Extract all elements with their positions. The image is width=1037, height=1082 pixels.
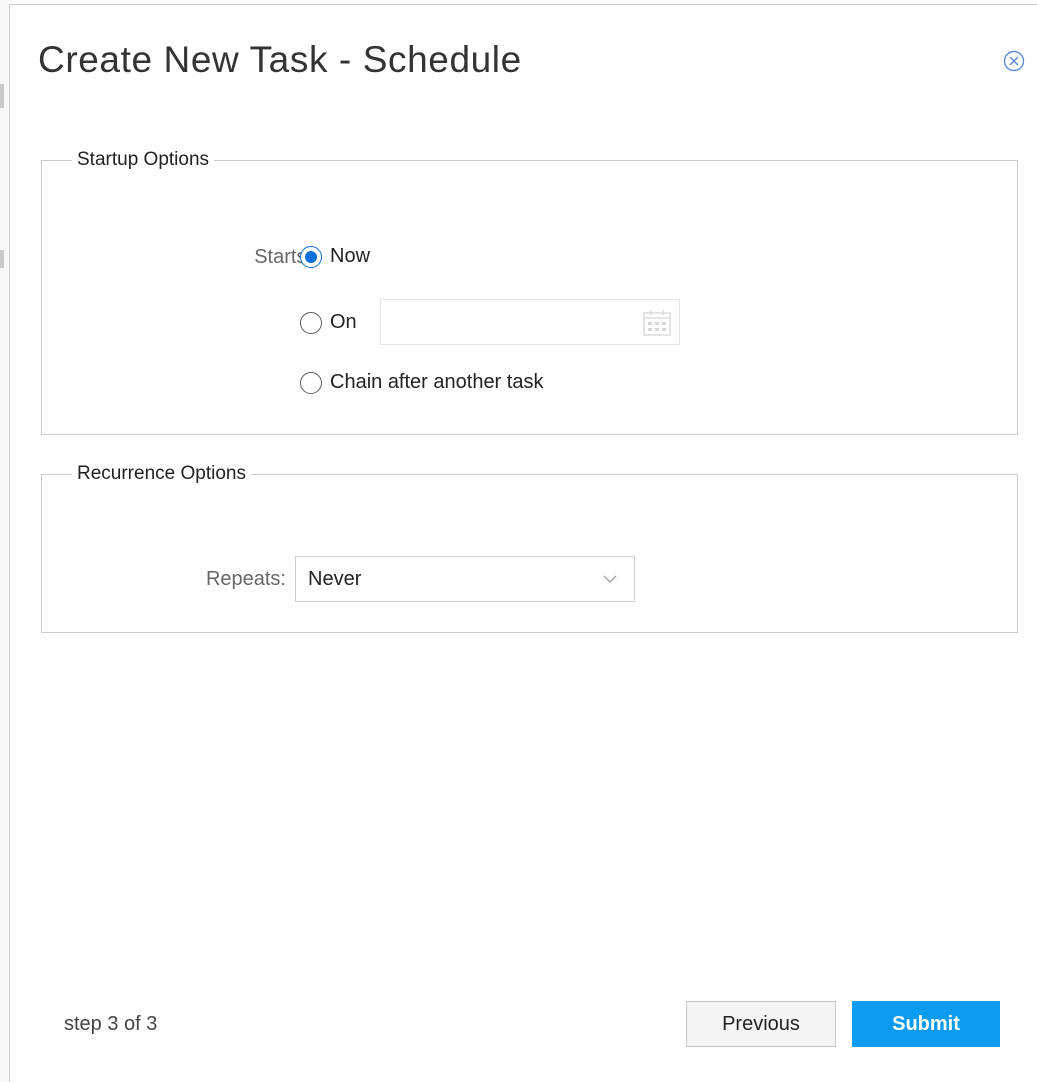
repeats-select[interactable]: Never	[295, 556, 635, 602]
radio-starts-on[interactable]: On	[300, 311, 357, 334]
background-window-mark	[0, 250, 4, 268]
repeats-selected-value: Never	[308, 567, 362, 590]
startup-options-legend: Startup Options	[77, 149, 210, 170]
background-window-edge	[0, 0, 8, 1082]
chevron-down-icon	[603, 575, 617, 583]
step-indicator: step 3 of 3	[64, 1013, 158, 1035]
calendar-icon	[643, 310, 671, 336]
radio-label-now: Now	[330, 245, 371, 267]
start-date-field[interactable]	[380, 299, 680, 345]
dialog-title: Create New Task - Schedule	[38, 39, 522, 80]
recurrence-options-group: Recurrence Options Repeats: Never	[41, 463, 1018, 633]
radio-label-chain: Chain after another task	[330, 371, 544, 393]
starts-label: Starts:	[254, 246, 312, 268]
radio-button-now[interactable]	[300, 245, 322, 268]
radio-button-on[interactable]	[300, 311, 322, 334]
radio-starts-chain[interactable]: Chain after another task	[300, 371, 543, 394]
submit-button[interactable]: Submit	[852, 1001, 1000, 1047]
startup-options-group: Startup Options Starts: Now On Chain aft…	[41, 149, 1018, 435]
close-icon	[1003, 50, 1025, 72]
repeats-label: Repeats:	[205, 568, 286, 590]
create-task-dialog: Create New Task - Schedule Startup Optio…	[9, 4, 1037, 1082]
page: Create New Task - Schedule Startup Optio…	[0, 0, 1037, 1082]
radio-button-chain[interactable]	[300, 371, 322, 394]
background-window-mark	[0, 84, 4, 108]
previous-button[interactable]: Previous	[686, 1001, 836, 1047]
calendar-button[interactable]	[643, 310, 671, 336]
radio-starts-now[interactable]: Now	[300, 245, 370, 268]
radio-label-on: On	[330, 311, 357, 333]
close-button[interactable]	[1003, 50, 1025, 72]
recurrence-options-legend: Recurrence Options	[77, 463, 246, 484]
start-date-input[interactable]	[381, 300, 641, 342]
